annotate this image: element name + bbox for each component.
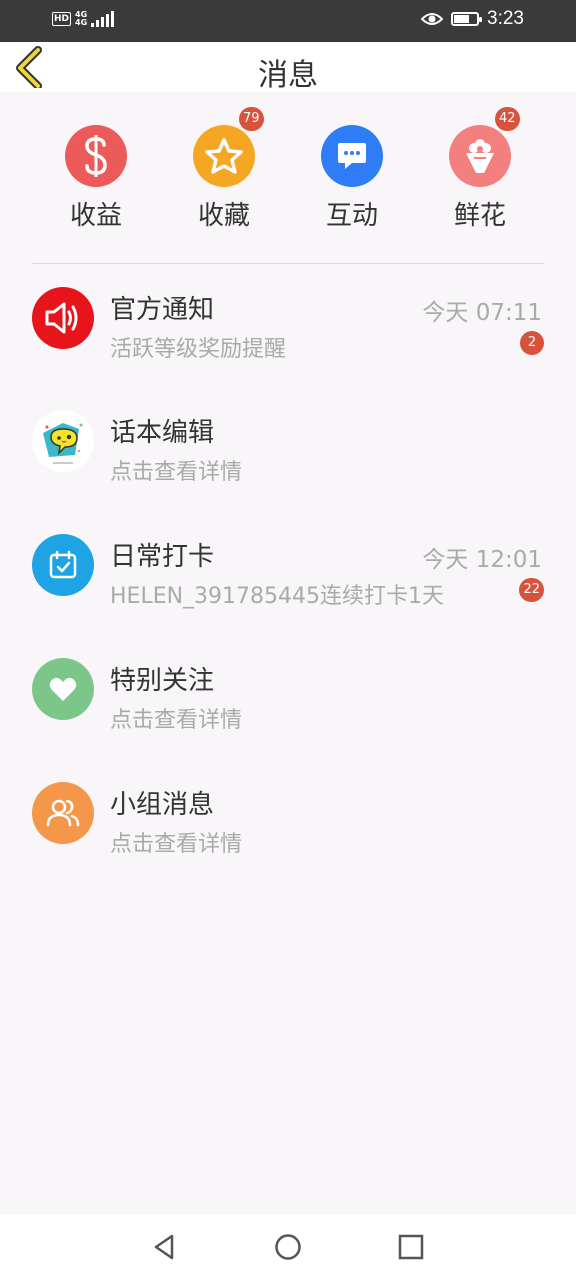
quick-interaction[interactable]: 互动 <box>304 125 400 232</box>
message-time: 今天 12:01 <box>422 547 542 573</box>
hd-icon: HD <box>52 12 72 26</box>
editor-avatar-icon <box>43 423 83 464</box>
calendar-check-icon <box>49 550 77 579</box>
quick-interaction-circle[interactable] <box>321 125 383 187</box>
favorites-badge: 79 <box>239 107 264 131</box>
star-icon <box>205 138 243 174</box>
flowers-badge: 42 <box>495 107 520 131</box>
message-official-notice[interactable]: 官方通知 活跃等级奖励提醒 今天 07:11 2 <box>0 287 576 387</box>
heart-icon <box>49 677 77 701</box>
message-title: 特别关注 <box>110 666 215 696</box>
group-avatar <box>32 782 94 844</box>
circle-home-icon[interactable] <box>273 1232 303 1262</box>
message-subtitle: 点击查看详情 <box>110 708 243 733</box>
quick-favorites[interactable]: 79 收藏 <box>176 107 272 232</box>
message-subtitle: HELEN_391785445连续打卡1天 <box>110 584 445 609</box>
nav-back-button[interactable] <box>150 1232 180 1262</box>
page-title: 消息 <box>258 58 318 93</box>
signal-icon <box>91 11 115 27</box>
triangle-back-icon[interactable] <box>150 1232 180 1262</box>
unread-badge: 22 <box>519 578 544 602</box>
speaker-icon <box>45 302 78 334</box>
quick-flowers-label: 鲜花 <box>453 201 506 231</box>
quick-interaction-label: 互动 <box>325 201 378 231</box>
quick-actions: 收益 79 收藏 互动 42 鲜花 <box>32 107 544 235</box>
message-title: 话本编辑 <box>110 418 215 448</box>
message-time: 今天 07:11 <box>422 300 542 326</box>
status-left: HD 4G 4G <box>52 10 115 27</box>
quick-earnings-circle[interactable] <box>65 125 127 187</box>
message-editor[interactable]: 话本编辑 点击查看详情 <box>0 410 576 510</box>
status-bar: HD 4G 4G 3:23 <box>0 0 576 42</box>
message-group[interactable]: 小组消息 点击查看详情 <box>0 782 576 882</box>
status-time: 3:23 <box>487 8 524 29</box>
bouquet-icon <box>466 139 494 173</box>
nav-bar <box>0 1214 576 1280</box>
message-title: 日常打卡 <box>110 542 215 572</box>
quick-favorites-circle[interactable]: 79 <box>193 107 264 187</box>
battery-fill <box>454 15 470 23</box>
quick-flowers-circle[interactable]: 42 <box>449 107 520 187</box>
message-title: 官方通知 <box>110 295 215 325</box>
quick-favorites-label: 收藏 <box>197 201 250 231</box>
nav-recent-button[interactable] <box>396 1232 426 1262</box>
quick-earnings-label: 收益 <box>69 201 122 231</box>
top-bar: 消息 <box>0 42 576 93</box>
network-label: 4G 4G <box>75 10 88 27</box>
quick-earnings[interactable]: 收益 <box>48 125 144 232</box>
message-subtitle: 点击查看详情 <box>110 460 243 485</box>
editor-avatar <box>32 410 94 472</box>
dollar-icon <box>85 135 107 177</box>
official-notice-avatar <box>32 287 94 349</box>
message-subtitle: 点击查看详情 <box>110 832 243 857</box>
unread-badge: 2 <box>520 331 544 355</box>
chat-bubble-icon <box>338 143 366 169</box>
divider <box>32 263 544 264</box>
square-recent-icon[interactable] <box>396 1232 426 1262</box>
battery-icon <box>451 12 483 26</box>
special-follow-avatar <box>32 658 94 720</box>
daily-checkin-avatar <box>32 534 94 596</box>
message-title: 小组消息 <box>110 790 215 820</box>
message-subtitle: 活跃等级奖励提醒 <box>110 337 287 362</box>
message-special-follow[interactable]: 特别关注 点击查看详情 <box>0 658 576 758</box>
group-icon <box>46 799 80 827</box>
message-daily-checkin[interactable]: 日常打卡 HELEN_391785445连续打卡1天 今天 12:01 22 <box>0 534 576 634</box>
quick-flowers[interactable]: 42 鲜花 <box>432 107 528 232</box>
status-right: 3:23 <box>421 8 524 30</box>
eye-icon <box>421 13 444 25</box>
nav-home-button[interactable] <box>273 1232 303 1262</box>
